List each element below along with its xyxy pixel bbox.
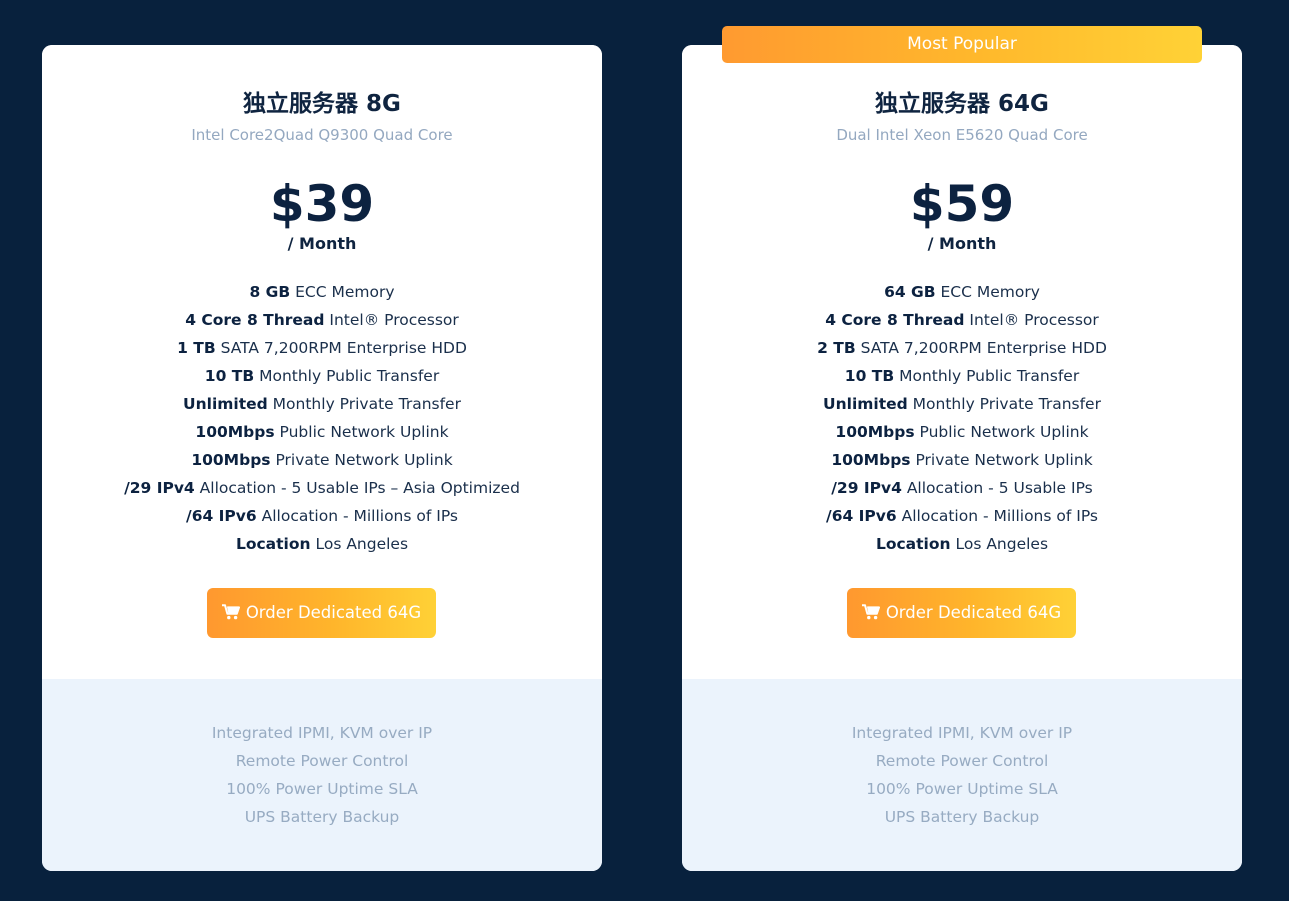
feature-highlight: 100Mbps [831, 451, 911, 469]
feature-text: Allocation - 5 Usable IPs [901, 479, 1093, 497]
plan-period: / Month [287, 234, 357, 253]
feature-highlight: Unlimited [183, 395, 268, 413]
feature-item: 64 GB ECC Memory [682, 278, 1242, 306]
feature-text: Monthly Public Transfer [254, 367, 440, 385]
feature-text: Intel® Processor [324, 311, 459, 329]
feature-item: 100Mbps Public Network Uplink [682, 418, 1242, 446]
feature-item: Location Los Angeles [42, 530, 602, 558]
feature-text: Allocation - Millions of IPs [896, 507, 1098, 525]
feature-highlight: 100Mbps [195, 423, 275, 441]
pricing-card-footer: Integrated IPMI, KVM over IP Remote Powe… [682, 679, 1242, 871]
plan-period: / Month [927, 234, 997, 253]
feature-highlight: /64 IPv6 [826, 507, 897, 525]
feature-item: Unlimited Monthly Private Transfer [682, 390, 1242, 418]
feature-highlight: /29 IPv4 [124, 479, 195, 497]
feature-text: Allocation - Millions of IPs [256, 507, 458, 525]
feature-text: Public Network Uplink [274, 423, 449, 441]
feature-item: 8 GB ECC Memory [42, 278, 602, 306]
feature-list: 8 GB ECC Memory 4 Core 8 Thread Intel® P… [42, 278, 602, 558]
feature-highlight: 10 TB [204, 367, 255, 385]
feature-item: 1 TB SATA 7,200RPM Enterprise HDD [42, 334, 602, 362]
feature-highlight: 2 TB [817, 339, 856, 357]
feature-text: Monthly Public Transfer [894, 367, 1080, 385]
feature-text: ECC Memory [290, 283, 395, 301]
extra-item: 100% Power Uptime SLA [226, 780, 418, 798]
feature-item: /64 IPv6 Allocation - Millions of IPs [682, 502, 1242, 530]
pricing-section: Most Popular 独立服务器 8G Intel Core2Quad Q9… [0, 0, 1289, 901]
order-button[interactable]: Order Dedicated 64G [207, 588, 436, 638]
feature-item: /64 IPv6 Allocation - Millions of IPs [42, 502, 602, 530]
extra-item: 100% Power Uptime SLA [866, 780, 1058, 798]
feature-highlight: Unlimited [823, 395, 908, 413]
extras-list: Integrated IPMI, KVM over IP Remote Powe… [42, 719, 602, 831]
feature-item: 100Mbps Private Network Uplink [42, 446, 602, 474]
feature-item: 2 TB SATA 7,200RPM Enterprise HDD [682, 334, 1242, 362]
plan-title: 独立服务器 64G [875, 91, 1049, 117]
feature-text: Monthly Private Transfer [267, 395, 461, 413]
extras-list: Integrated IPMI, KVM over IP Remote Powe… [682, 719, 1242, 831]
plan-cpu: Dual Intel Xeon E5620 Quad Core [836, 126, 1088, 144]
feature-item: /29 IPv4 Allocation - 5 Usable IPs – Asi… [42, 474, 602, 502]
plan-cpu: Intel Core2Quad Q9300 Quad Core [191, 126, 453, 144]
feature-list: 64 GB ECC Memory 4 Core 8 Thread Intel® … [682, 278, 1242, 558]
feature-text: Monthly Private Transfer [907, 395, 1101, 413]
feature-text: Allocation - 5 Usable IPs – Asia Optimiz… [194, 479, 520, 497]
feature-item: /29 IPv4 Allocation - 5 Usable IPs [682, 474, 1242, 502]
feature-highlight: Location [875, 535, 951, 553]
feature-item: Unlimited Monthly Private Transfer [42, 390, 602, 418]
extra-item: UPS Battery Backup [244, 808, 400, 826]
extra-item: Integrated IPMI, KVM over IP [851, 724, 1073, 742]
pricing-card-64g: 独立服务器 64G Dual Intel Xeon E5620 Quad Cor… [682, 45, 1242, 871]
most-popular-badge: Most Popular [722, 26, 1202, 63]
feature-highlight: 64 GB [884, 283, 936, 301]
extra-item: Remote Power Control [875, 752, 1049, 770]
feature-item: 10 TB Monthly Public Transfer [682, 362, 1242, 390]
shopping-cart-icon [861, 604, 880, 620]
feature-highlight: 100Mbps [191, 451, 271, 469]
feature-text: Public Network Uplink [914, 423, 1089, 441]
order-button[interactable]: Order Dedicated 64G [847, 588, 1076, 638]
feature-item: Location Los Angeles [682, 530, 1242, 558]
feature-item: 100Mbps Public Network Uplink [42, 418, 602, 446]
feature-highlight: /29 IPv4 [831, 479, 902, 497]
feature-highlight: 8 GB [249, 283, 291, 301]
extra-item: UPS Battery Backup [884, 808, 1040, 826]
pricing-card-footer: Integrated IPMI, KVM over IP Remote Powe… [42, 679, 602, 871]
feature-item: 4 Core 8 Thread Intel® Processor [42, 306, 602, 334]
plan-price: $59 [909, 175, 1015, 233]
feature-highlight: 4 Core 8 Thread [825, 311, 965, 329]
feature-text: Private Network Uplink [910, 451, 1093, 469]
order-button-label: Order Dedicated 64G [245, 603, 422, 622]
feature-item: 10 TB Monthly Public Transfer [42, 362, 602, 390]
extra-item: Remote Power Control [235, 752, 409, 770]
feature-text: SATA 7,200RPM Enterprise HDD [215, 339, 467, 357]
feature-highlight: 100Mbps [835, 423, 915, 441]
feature-text: Intel® Processor [964, 311, 1099, 329]
plan-price: $39 [269, 175, 375, 233]
feature-text: Los Angeles [310, 535, 409, 553]
pricing-card-body: 独立服务器 8G Intel Core2Quad Q9300 Quad Core… [42, 45, 602, 679]
pricing-card-8g: 独立服务器 8G Intel Core2Quad Q9300 Quad Core… [42, 45, 602, 871]
pricing-card-body: 独立服务器 64G Dual Intel Xeon E5620 Quad Cor… [682, 45, 1242, 679]
feature-text: Private Network Uplink [270, 451, 453, 469]
plan-title: 独立服务器 8G [243, 91, 401, 117]
feature-highlight: /64 IPv6 [186, 507, 257, 525]
feature-item: 100Mbps Private Network Uplink [682, 446, 1242, 474]
order-button-label: Order Dedicated 64G [885, 603, 1062, 622]
feature-highlight: 1 TB [177, 339, 216, 357]
extra-item: Integrated IPMI, KVM over IP [211, 724, 433, 742]
feature-item: 4 Core 8 Thread Intel® Processor [682, 306, 1242, 334]
feature-text: ECC Memory [935, 283, 1040, 301]
feature-highlight: 4 Core 8 Thread [185, 311, 325, 329]
shopping-cart-icon [221, 604, 240, 620]
feature-highlight: 10 TB [844, 367, 895, 385]
feature-text: Los Angeles [950, 535, 1049, 553]
feature-highlight: Location [235, 535, 311, 553]
feature-text: SATA 7,200RPM Enterprise HDD [855, 339, 1107, 357]
